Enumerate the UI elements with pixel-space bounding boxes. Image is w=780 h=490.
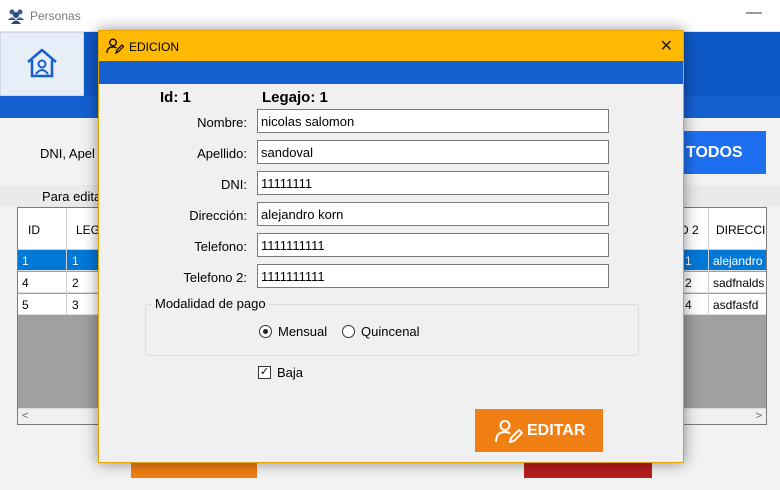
telefono2-input[interactable] <box>257 264 609 288</box>
editar-button[interactable]: EDITAR <box>475 409 603 452</box>
user-edit-icon <box>495 419 523 443</box>
payment-legend: Modalidad de pago <box>152 296 269 311</box>
telefono-label: Telefono: <box>194 239 247 254</box>
quincenal-radio[interactable]: Quincenal <box>342 324 420 339</box>
dni-input[interactable] <box>257 171 609 195</box>
scroll-left-icon[interactable]: < <box>22 410 28 422</box>
dialog-title: EDICION <box>129 40 180 54</box>
telefono2-label: Telefono 2: <box>183 270 247 285</box>
telefono-input[interactable] <box>257 233 609 257</box>
dialog-titlebar: EDICION ✕ <box>99 31 683 61</box>
mensual-radio[interactable]: Mensual <box>259 324 327 339</box>
user-edit-icon <box>106 38 124 54</box>
table-cell: 1 <box>685 254 692 268</box>
home-icon <box>27 48 57 78</box>
baja-label: Baja <box>277 365 304 380</box>
close-icon[interactable]: ✕ <box>660 36 673 56</box>
apellido-label: Apellido: <box>197 146 247 161</box>
nombre-label: Nombre: <box>197 115 247 130</box>
table-cell: alejandro <box>713 254 763 268</box>
column-header[interactable]: DIRECCI <box>716 223 765 237</box>
direccion-label: Dirección: <box>189 208 247 223</box>
baja-checkbox[interactable]: ✓ Baja <box>258 365 303 380</box>
hint-text: Para edita <box>42 189 102 204</box>
table-cell: 1 <box>72 254 79 268</box>
column-header[interactable]: ID <box>28 223 40 237</box>
window-title: Personas <box>30 9 81 23</box>
quincenal-label: Quincenal <box>361 324 420 339</box>
checkmark-icon: ✓ <box>258 366 271 379</box>
dialog-blue-band <box>99 61 683 84</box>
edit-dialog: EDICION ✕ Id: 1 Legajo: 1 Nombre: Apelli… <box>98 30 684 463</box>
radio-unselected-icon <box>342 325 355 338</box>
minimize-icon[interactable]: — <box>746 4 762 22</box>
column-divider <box>708 208 709 315</box>
background-titlebar: Personas — <box>0 0 780 32</box>
home-button[interactable] <box>0 32 84 96</box>
search-label: DNI, Apel <box>40 146 95 161</box>
table-cell: sadfnalds <box>713 276 765 290</box>
nombre-input[interactable] <box>257 109 609 133</box>
table-cell: 5 <box>22 298 29 312</box>
column-divider <box>66 208 67 315</box>
apellido-input[interactable] <box>257 140 609 164</box>
direccion-input[interactable] <box>257 202 609 226</box>
table-cell: 1 <box>22 254 29 268</box>
table-cell: 4 <box>685 298 692 312</box>
dni-label: DNI: <box>221 177 247 192</box>
radio-selected-icon <box>259 325 272 338</box>
people-icon <box>8 9 24 24</box>
scroll-right-icon[interactable]: > <box>756 410 762 422</box>
table-cell: 4 <box>22 276 29 290</box>
mensual-label: Mensual <box>278 324 328 339</box>
table-cell: 2 <box>685 276 692 290</box>
payment-groupbox: Modalidad de pago Mensual Quincenal <box>145 296 639 356</box>
id-label: Id: 1 <box>160 89 191 106</box>
legajo-label: Legajo: 1 <box>262 89 328 106</box>
table-cell: 3 <box>72 298 79 312</box>
column-header[interactable]: LEG <box>76 223 100 237</box>
table-cell: asdfasfd <box>713 298 759 312</box>
editar-label: EDITAR <box>527 421 586 439</box>
table-cell: 2 <box>72 276 79 290</box>
